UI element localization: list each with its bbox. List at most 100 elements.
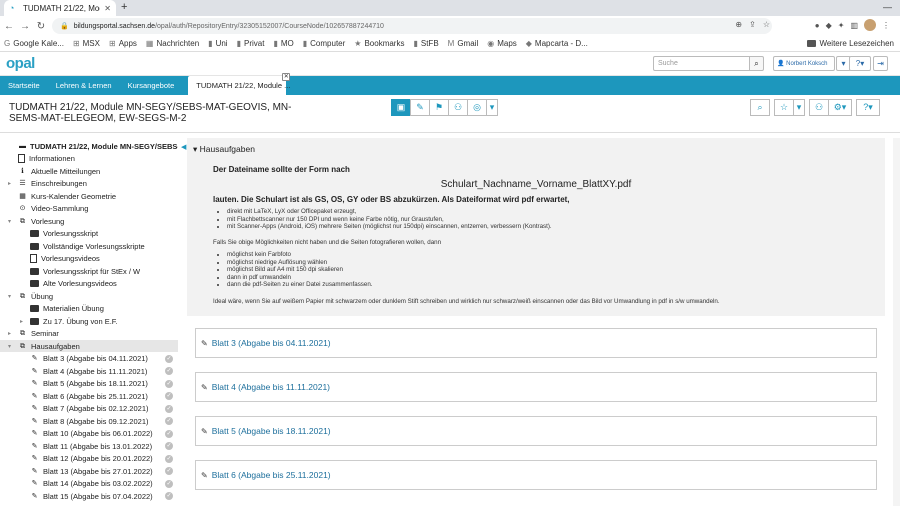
bookmark-item[interactable]: G Google Kale... <box>4 39 64 48</box>
bookmark-item[interactable]: ▮ MO <box>273 39 293 48</box>
tree-item[interactable]: Vorlesungsvideos <box>0 253 178 265</box>
forward-icon[interactable]: → <box>18 21 32 32</box>
other-bookmarks[interactable]: Weitere Lesezeichen <box>807 39 894 48</box>
tree-item[interactable]: ✎ Blatt 10 (Abgabe bis 06.01.2022) ✓ <box>0 428 178 440</box>
url-field[interactable]: 🔒 bildungsportal.sachsen.de/opal/auth/Re… <box>52 18 772 34</box>
tree-item[interactable]: ▾ ⧉ Übung <box>0 290 178 302</box>
tree-item[interactable]: ✎ Blatt 13 (Abgabe bis 27.01.2022) ✓ <box>0 465 178 477</box>
tree-item[interactable]: ✎ Blatt 5 (Abgabe bis 18.11.2021) ✓ <box>0 378 178 390</box>
menu-icon[interactable]: ⋮ <box>882 21 890 30</box>
bookmark-item[interactable]: ▮ Privat <box>237 39 265 48</box>
tree-item[interactable]: Vorlesungsskript <box>0 228 178 240</box>
expand-toggle-icon[interactable]: ▾ <box>8 218 11 225</box>
expand-toggle-icon[interactable]: ▸ <box>20 318 23 325</box>
tree-item[interactable]: ▦ Kurs-Kalender Geometrie <box>0 190 178 202</box>
share-icon[interactable]: ⇪ <box>749 20 756 29</box>
course-search-icon[interactable]: ⌕ <box>750 99 770 116</box>
profile-avatar[interactable] <box>864 19 876 31</box>
search-input[interactable]: Suche <box>653 56 763 71</box>
settings-icon[interactable]: ◎ <box>467 99 487 116</box>
nav-tab-course[interactable]: TUDMATH 21/22, Module ... ✕ <box>188 73 290 95</box>
new-tab-button[interactable]: + <box>121 1 127 13</box>
blatt-link[interactable]: Blatt 6 (Abgabe bis 25.11.2021) <box>212 470 331 480</box>
window-controls-icon[interactable]: — <box>883 2 892 12</box>
tree-item[interactable]: ▾ ⧉ Vorlesung <box>0 215 178 227</box>
tree-item[interactable]: ✎ Blatt 4 (Abgabe bis 11.11.2021) ✓ <box>0 365 178 377</box>
nav-tab-startseite[interactable]: Startseite <box>0 76 48 95</box>
bookmark-item[interactable]: M Gmail <box>448 39 479 48</box>
toolbar-dropdown-icon[interactable]: ▾ <box>486 99 498 116</box>
blatt-card[interactable]: ✎ Blatt 3 (Abgabe bis 04.11.2021) <box>195 328 877 358</box>
participants-icon[interactable]: ⚇ <box>809 99 829 116</box>
expand-toggle-icon[interactable]: ▾ <box>8 343 11 350</box>
tree-item[interactable]: ▸ Zu 17. Übung von E.F. <box>0 315 178 327</box>
blatt-link[interactable]: Blatt 4 (Abgabe bis 11.11.2021) <box>212 382 330 392</box>
user-menu-button[interactable]: 👤 Norbert Koksch <box>773 56 835 71</box>
tree-item[interactable]: ▸ ⧉ Seminar <box>0 328 178 340</box>
tree-item[interactable]: ⊙ Video-Sammlung <box>0 203 178 215</box>
blatt-link[interactable]: Blatt 3 (Abgabe bis 04.11.2021) <box>212 338 331 348</box>
extension-icon-2[interactable]: ◆ <box>826 21 832 30</box>
tools-dropdown-icon[interactable]: ⚙▾ <box>828 99 852 116</box>
opal-logo[interactable]: opal <box>6 55 35 72</box>
tree-item[interactable]: ✎ Blatt 15 (Abgabe bis 07.04.2022) ✓ <box>0 490 178 502</box>
search-icon[interactable]: ⌕ <box>749 56 764 71</box>
bookmark-item[interactable]: ▮ StFB <box>413 39 438 48</box>
tree-item[interactable]: ✎ Blatt 12 (Abgabe bis 20.01.2022) ✓ <box>0 453 178 465</box>
bookmark-item[interactable]: ▮ Computer <box>303 39 346 48</box>
tree-item[interactable]: ▸ ☰ Einschreibungen <box>0 178 178 190</box>
reload-icon[interactable]: ↻ <box>34 21 48 32</box>
blatt-link[interactable]: Blatt 5 (Abgabe bis 18.11.2021) <box>212 426 331 436</box>
zoom-icon[interactable]: ⊕ <box>735 20 742 29</box>
course-view-icon[interactable]: ▣ <box>391 99 411 116</box>
tree-item[interactable]: ▬ TUDMATH 21/22, Module MN-SEGY/SEBS-M <box>0 140 178 152</box>
puzzle-icon[interactable]: ✦ <box>838 21 845 30</box>
bookmark-item[interactable]: ▮ Uni <box>208 39 227 48</box>
bookmark-item[interactable]: ★ Bookmarks <box>354 39 404 48</box>
bookmark-item[interactable]: ◆ Mapcarta - D... <box>526 39 588 48</box>
logout-icon[interactable]: ⇥ <box>873 56 888 71</box>
star-icon[interactable]: ☆ <box>763 20 770 29</box>
nav-tab-lehren[interactable]: Lehren & Lernen <box>48 76 120 95</box>
members-icon[interactable]: ⚑ <box>429 99 449 116</box>
tree-item[interactable]: ✎ Blatt 11 (Abgabe bis 13.01.2022) ✓ <box>0 440 178 452</box>
tree-item[interactable]: ℹ Aktuelle Mitteilungen <box>0 165 178 177</box>
extension-icon[interactable]: ● <box>815 21 820 30</box>
user-management-icon[interactable]: ⚇ <box>448 99 468 116</box>
tree-item[interactable]: ✎ Blatt 3 (Abgabe bis 04.11.2021) ✓ <box>0 353 178 365</box>
back-icon[interactable]: ← <box>2 21 16 32</box>
blatt-card[interactable]: ✎ Blatt 4 (Abgabe bis 11.11.2021) <box>195 372 877 402</box>
blatt-card[interactable]: ✎ Blatt 6 (Abgabe bis 25.11.2021) <box>195 460 877 490</box>
bookmark-item[interactable]: ◉ Maps <box>487 39 517 48</box>
expand-toggle-icon[interactable]: ▸ <box>8 180 11 187</box>
expand-toggle-icon[interactable]: ▸ <box>8 330 11 337</box>
bookmark-item[interactable]: ⊞ Apps <box>109 39 137 48</box>
tree-item[interactable]: Materialien Übung <box>0 303 178 315</box>
help-icon[interactable]: ?▾ <box>849 56 871 71</box>
tree-item[interactable]: ✎ Blatt 6 (Abgabe bis 25.11.2021) ✓ <box>0 390 178 402</box>
tree-item[interactable]: ▾ ⧉ Hausaufgaben <box>0 340 178 352</box>
tree-item[interactable]: Informationen <box>0 153 178 165</box>
tree-item[interactable]: Vorlesungsskript für StEx / W <box>0 265 178 277</box>
section-header[interactable]: ▾ Hausaufgaben <box>193 144 255 155</box>
tree-item[interactable]: ✎ Blatt 7 (Abgabe bis 02.12.2021) ✓ <box>0 403 178 415</box>
favorite-icon[interactable]: ☆ <box>774 99 794 116</box>
favorite-dropdown-icon[interactable]: ▾ <box>793 99 805 116</box>
bookmark-item[interactable]: ⊞ MSX <box>73 39 100 48</box>
edit-icon[interactable]: ✎ <box>410 99 430 116</box>
tree-item[interactable]: Vollständige Vorlesungsskripte <box>0 240 178 252</box>
tree-item[interactable]: ✎ Blatt 8 (Abgabe bis 09.12.2021) ✓ <box>0 415 178 427</box>
scrollbar[interactable] <box>893 138 900 506</box>
close-tab-icon[interactable]: ✕ <box>104 4 111 13</box>
tree-item[interactable]: ✎ Blatt 14 (Abgabe bis 03.02.2022) ✓ <box>0 478 178 490</box>
collapse-sidebar-icon[interactable]: ◀ <box>181 143 186 151</box>
bookmark-item[interactable]: ▦ Nachrichten <box>146 39 199 48</box>
help-dropdown-icon[interactable]: ?▾ <box>856 99 880 116</box>
close-course-tab-icon[interactable]: ✕ <box>282 73 291 81</box>
expand-toggle-icon[interactable]: ▾ <box>8 293 11 300</box>
tree-item[interactable]: Alte Vorlesungsvideos <box>0 278 178 290</box>
blatt-card[interactable]: ✎ Blatt 5 (Abgabe bis 18.11.2021) <box>195 416 877 446</box>
browser-tab[interactable]: ◔ TUDMATH 21/22, Modu ✕ <box>4 0 116 16</box>
nav-tab-kursangebote[interactable]: Kursangebote <box>120 76 183 95</box>
sidepanel-icon[interactable]: ▥ <box>850 21 858 30</box>
